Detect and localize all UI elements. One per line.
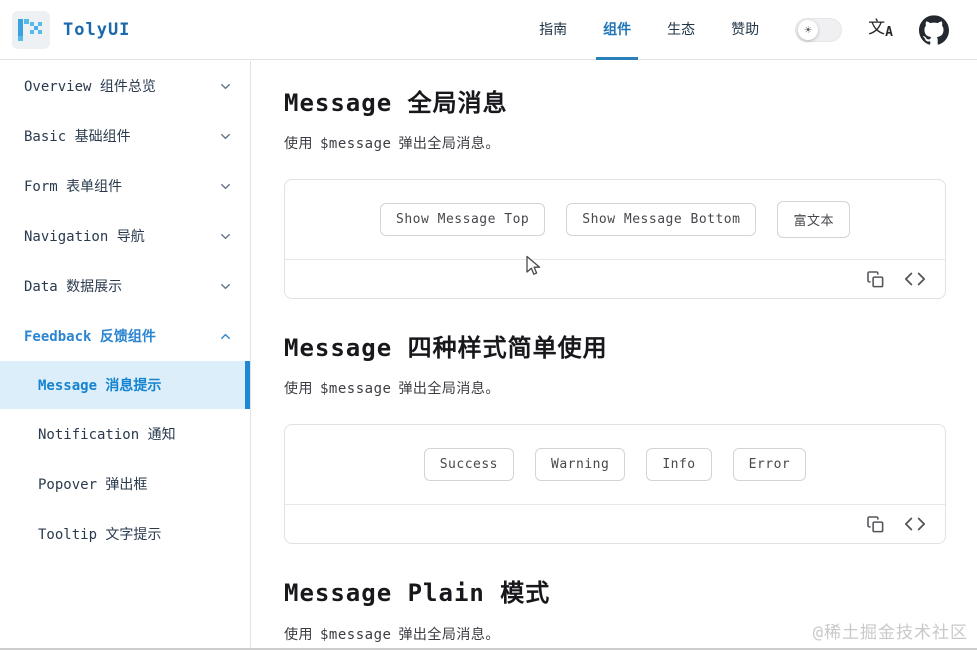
sidebar-group-data[interactable]: Data 数据展示 [0,261,250,311]
chevron-up-icon [218,329,233,344]
chevron-down-icon [218,279,233,294]
sidebar: Overview 组件总览 Basic 基础组件 Form 表单组件 Navig… [0,61,251,648]
github-icon[interactable] [919,14,949,45]
tolyui-logo-icon [12,10,50,49]
top-header: TolyUI 指南 组件 生态 赞助 ☀ 文A [0,0,977,60]
sidebar-group-feedback[interactable]: Feedback 反馈组件 [0,311,250,361]
sidebar-item-message[interactable]: Message 消息提示 [0,361,250,409]
sidebar-group-navigation[interactable]: Navigation 导航 [0,211,250,261]
app-window: TolyUI 指南 组件 生态 赞助 ☀ 文A Overview 组件总览 Ba… [0,0,977,650]
sidebar-group-label: Feedback 反馈组件 [24,329,156,345]
demo-box: Show Message Top Show Message Bottom 富文本 [284,179,946,300]
warning-button[interactable]: Warning [535,448,626,482]
chevron-down-icon [218,79,233,94]
chevron-down-icon [218,129,233,144]
sun-icon: ☀ [798,19,819,40]
sidebar-group-label: Data 数据展示 [24,279,123,295]
sidebar-group-basic[interactable]: Basic 基础组件 [0,111,250,161]
demo-toolbar [285,259,945,298]
nav-item-components[interactable]: 组件 [596,0,639,60]
demo-area: Show Message Top Show Message Bottom 富文本 [285,180,945,259]
rich-text-button[interactable]: 富文本 [777,201,850,239]
sidebar-group-form[interactable]: Form 表单组件 [0,161,250,211]
section-title: Message Plain 模式 [284,579,551,608]
main-content: Message 全局消息 使用 $message 弹出全局消息。 Show Mess… [252,61,977,648]
section-plain-mode: Message Plain 模式 使用 $message 弹出全局消息。 [284,578,946,643]
inline-code: $message [320,626,392,643]
sidebar-group-label: Basic 基础组件 [24,129,131,145]
section-description: 使用 $message 弹出全局消息。 [284,626,500,643]
demo-box: Success Warning Info Error [284,424,946,545]
nav-item-sponsor[interactable]: 赞助 [731,0,759,60]
logo[interactable]: TolyUI [12,10,131,49]
view-source-icon[interactable] [904,270,926,288]
nav-item-ecosystem[interactable]: 生态 [667,0,695,60]
sidebar-group-label: Form 表单组件 [24,179,123,195]
chevron-down-icon [218,179,233,194]
sidebar-group-overview[interactable]: Overview 组件总览 [0,61,250,111]
sidebar-item-tooltip[interactable]: Tooltip 文字提示 [0,509,250,559]
demo-area: Success Warning Info Error [285,425,945,504]
success-button[interactable]: Success [423,448,515,482]
page-title: Message 全局消息 [284,89,508,117]
info-button[interactable]: Info [646,448,712,482]
language-switch-icon[interactable]: 文A [868,20,893,40]
logo-text: TolyUI [63,19,131,40]
show-message-top-button[interactable]: Show Message Top [380,203,546,237]
section-global-message: Message 全局消息 使用 $message 弹出全局消息。 Show Mess… [284,88,946,300]
theme-toggle[interactable]: ☀ [795,17,843,42]
sidebar-group-label: Overview 组件总览 [24,79,156,95]
section-title: Message 四种样式简单使用 [284,334,608,363]
section-four-styles: Message 四种样式简单使用 使用 $message 弹出全局消息。 Succe… [284,333,946,545]
error-button[interactable]: Error [732,448,807,482]
nav-item-guide[interactable]: 指南 [539,0,567,60]
chevron-down-icon [218,229,233,244]
sidebar-item-popover[interactable]: Popover 弹出框 [0,459,250,509]
inline-code: $message [320,136,392,153]
sidebar-group-label: Navigation 导航 [24,229,145,245]
section-description: 使用 $message 弹出全局消息。 [284,136,500,153]
inline-code: $message [320,381,392,398]
demo-toolbar [285,504,945,543]
copy-code-icon[interactable] [866,270,885,289]
header-tools: ☀ 文A [795,14,949,45]
view-source-icon[interactable] [904,515,926,533]
section-description: 使用 $message 弹出全局消息。 [284,381,500,398]
sidebar-item-notification[interactable]: Notification 通知 [0,409,250,459]
header-nav: 指南 组件 生态 赞助 [539,0,759,60]
show-message-bottom-button[interactable]: Show Message Bottom [566,203,757,237]
copy-code-icon[interactable] [866,515,885,534]
